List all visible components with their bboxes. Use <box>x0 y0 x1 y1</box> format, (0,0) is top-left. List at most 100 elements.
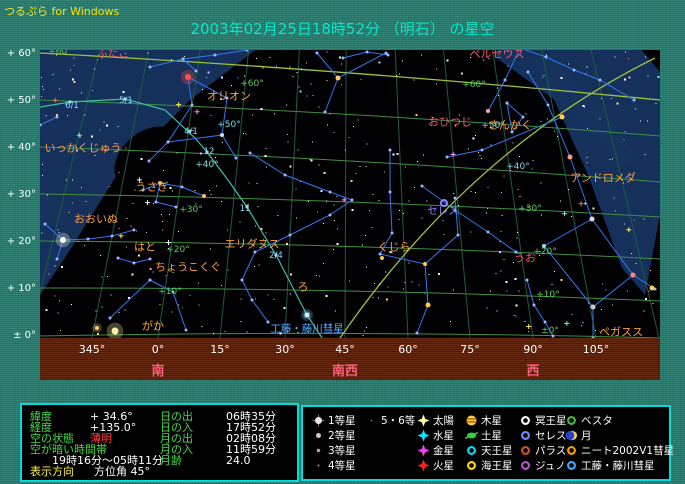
azimuth-label: 90° <box>523 343 543 356</box>
grid-coordinate-label: +50° <box>217 120 241 130</box>
月-icon <box>565 430 577 441</box>
altitude-margin-label: + 40° <box>6 142 36 153</box>
legend-entry-火星: 火星 <box>417 459 454 472</box>
altitude-margin-label: + 50° <box>6 95 36 106</box>
constellation-label: ふたご <box>97 50 130 60</box>
木星-icon <box>466 415 477 426</box>
grid-coordinate-label: +60° <box>462 80 486 90</box>
bright-star <box>202 194 206 198</box>
object-label: 工藤・藤川彗星 <box>270 323 344 335</box>
chart-title: 2003年02月25日18時52分 （明石） の星空 <box>190 20 495 38</box>
direction-label: 南西 <box>331 364 359 379</box>
bright-star <box>567 154 573 160</box>
info-item: 月齢 <box>160 454 182 467</box>
3等星-icon <box>316 448 321 453</box>
bright-star <box>423 262 427 266</box>
bright-star <box>486 109 490 113</box>
constellation-label: ろ <box>298 281 309 294</box>
constellation-label: はと <box>134 241 156 254</box>
azimuth-label: 60° <box>398 343 418 356</box>
legend-entry-3等星: 3等星 <box>312 444 356 457</box>
grid-coordinate-label: +20° <box>533 247 557 257</box>
bright-star <box>559 114 565 120</box>
legend-label: 土星 <box>481 429 502 442</box>
altitude-margin-label: ± 0° <box>13 330 36 341</box>
constellation-label: さんかく <box>488 119 532 132</box>
bright-star <box>649 285 655 291</box>
azimuth-label: 75° <box>460 343 480 356</box>
水星-icon <box>417 429 430 442</box>
ベスタ-icon <box>567 416 576 425</box>
ニート2002V1彗星-icon <box>567 446 576 455</box>
comet-date-label: 4/1 <box>184 127 198 137</box>
legend-label: 1等星 <box>328 414 356 427</box>
2等星-icon <box>316 433 321 438</box>
legend-label: 海王星 <box>481 459 513 472</box>
ジュノ-icon <box>521 461 530 470</box>
symbol-legend-panel: 1等星 2等星 3等星 4等星 5・6等 太陽 水星 金星 火星 木星 土星 天王星 海王星 冥王星 セレス… <box>301 405 674 481</box>
legend-label: パラス <box>535 444 567 457</box>
legend-label: 工藤・藤川彗星 <box>581 459 655 472</box>
legend-entry-海王星: 海王星 <box>465 459 513 472</box>
constellation-label: くじら <box>378 241 411 254</box>
legend-entry-5・6等: 5・6等 <box>365 414 415 427</box>
legend-label: 木星 <box>481 414 502 427</box>
azimuth-label: 30° <box>275 343 295 356</box>
comet-date-label: 5/1 <box>119 96 133 106</box>
セレス-icon <box>521 431 530 440</box>
info-item: 方位角 45° <box>94 465 150 478</box>
海王星-icon <box>467 461 476 470</box>
legend-label: ベスタ <box>581 414 613 427</box>
azimuth-label: 345° <box>78 343 106 356</box>
legend-entry-1等星: 1等星 <box>312 414 356 427</box>
legend-label: ジュノ <box>535 459 566 472</box>
constellation-label: おおいぬ <box>74 213 118 226</box>
工藤・藤川彗星-icon <box>567 461 576 470</box>
altitude-margin-label: + 60° <box>6 48 36 59</box>
constellation-label: うお <box>514 252 536 265</box>
planetarium-window: { "app": { "name": "つるぷら for Windows" },… <box>0 0 685 484</box>
bright-star <box>380 256 384 260</box>
altitude-margin-label: + 30° <box>6 189 36 200</box>
grid-coordinate-label: +60° <box>48 50 72 57</box>
sky-chart-canvas[interactable]: +60° +60° +50° +40° +30° +20° +10° +60° +50° +40°… <box>40 50 660 338</box>
constellation-label: エリダヌス <box>225 237 280 251</box>
bright-star <box>589 216 595 222</box>
altitude-margin-label: + 10° <box>6 283 36 294</box>
bright-star <box>590 304 596 310</box>
1等星-icon <box>312 414 325 427</box>
legend-label: 金星 <box>433 444 454 457</box>
bright-star <box>111 327 119 335</box>
grid-coordinate-label: +10° <box>158 287 182 297</box>
grid-coordinate-label: +30° <box>518 204 542 214</box>
bright-star <box>335 75 341 81</box>
冥王星-icon <box>521 416 530 425</box>
legend-label: 天王星 <box>481 444 513 457</box>
constellation-label: うさぎ <box>136 180 169 194</box>
observation-info-panel: 緯度 + 34.6° 日の出 06時35分 経度 +135.0° 日の入 17時52分 空の状態… <box>20 403 299 482</box>
direction-label: 南 <box>151 364 165 379</box>
sky-chart-svg: +60°+60°+50°+40°+30°+20°+10°+60°+50°+40°… <box>40 50 660 338</box>
legend-entry-セレス: セレス <box>519 429 567 442</box>
天王星-icon <box>467 446 476 455</box>
legend-entry-天王星: 天王星 <box>465 444 513 457</box>
bright-star <box>630 272 636 278</box>
constellation-label: いっかくじゅう <box>45 142 122 155</box>
info-item: 24.0 <box>226 454 251 467</box>
constellation-label: ペルセウス <box>470 50 525 61</box>
app-title: つるぷら for Windows <box>4 5 120 18</box>
bright-star <box>95 326 99 330</box>
legend-entry-ジュノ: ジュノ <box>519 459 566 472</box>
constellation-label: ちょうこくぐ <box>155 261 221 274</box>
horizon-band: 345° 0° 15° 30° 45° 60° 75° 90° 105° 南 南西 西 <box>40 338 660 380</box>
grid-coordinate-label: +60° <box>240 79 264 89</box>
legend-entry-ベスタ: ベスタ <box>565 414 613 427</box>
legend-label: 冥王星 <box>535 414 567 427</box>
comet-date-label: 6/1 <box>65 101 79 111</box>
grid-coordinate-label: ±0° <box>541 326 559 336</box>
legend-entry-金星: 金星 <box>417 444 454 457</box>
constellation-label: ペガスス <box>599 326 643 339</box>
金星-icon <box>417 444 430 457</box>
legend-label: 2等星 <box>328 429 356 442</box>
legend-label: 火星 <box>433 459 454 472</box>
